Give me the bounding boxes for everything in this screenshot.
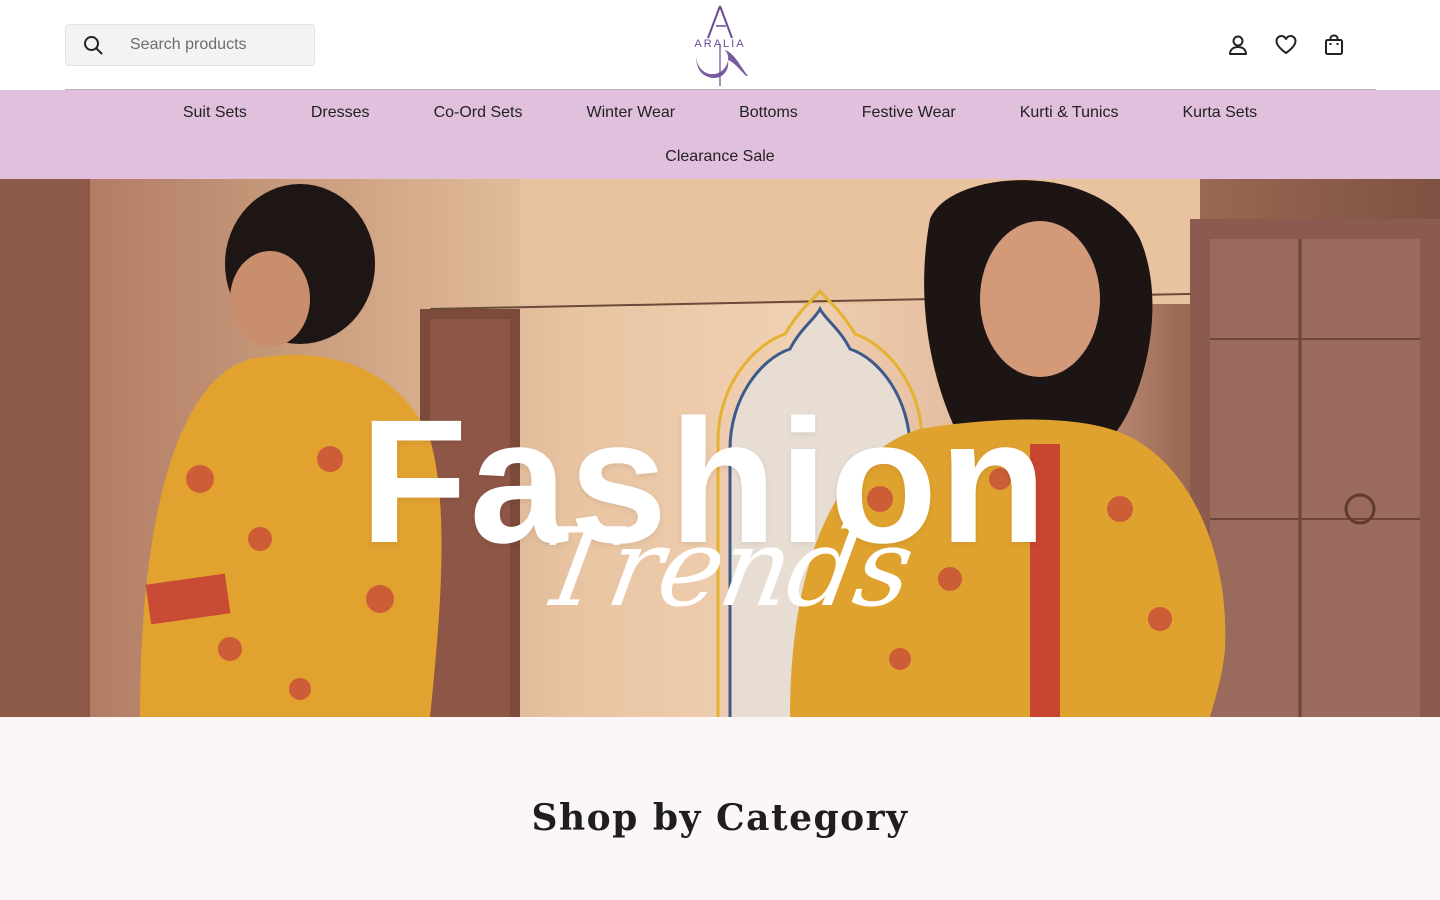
nav-row-primary: Suit Sets Dresses Co-Ord Sets Winter Wea… bbox=[0, 103, 1440, 123]
main-navigation: Suit Sets Dresses Co-Ord Sets Winter Wea… bbox=[0, 90, 1440, 179]
hero-subtitle: Trends bbox=[529, 506, 921, 631]
nav-item-co-ord-sets[interactable]: Co-Ord Sets bbox=[434, 103, 523, 123]
nav-item-festive-wear[interactable]: Festive Wear bbox=[862, 103, 956, 123]
logo-text: ARALIA bbox=[694, 38, 746, 50]
nav-item-dresses[interactable]: Dresses bbox=[311, 103, 370, 123]
nav-row-secondary: Clearance Sale bbox=[0, 147, 1440, 167]
nav-item-winter-wear[interactable]: Winter Wear bbox=[586, 103, 675, 123]
nav-item-kurti-tunics[interactable]: Kurti & Tunics bbox=[1020, 103, 1119, 123]
nav-item-kurta-sets[interactable]: Kurta Sets bbox=[1182, 103, 1257, 123]
site-header: ARALIA bbox=[0, 0, 1440, 90]
nav-item-bottoms[interactable]: Bottoms bbox=[739, 103, 798, 123]
nav-item-clearance-sale[interactable]: Clearance Sale bbox=[665, 147, 774, 167]
account-icon[interactable] bbox=[1226, 33, 1250, 57]
nav-item-suit-sets[interactable]: Suit Sets bbox=[183, 103, 247, 123]
brand-logo[interactable]: ARALIA bbox=[688, 4, 752, 88]
shop-by-category-section: Shop by Category bbox=[0, 717, 1440, 900]
search-icon[interactable] bbox=[82, 34, 104, 56]
hero-banner[interactable]: Fashion Trends bbox=[0, 179, 1440, 717]
search-bar[interactable] bbox=[65, 24, 315, 66]
search-input[interactable] bbox=[130, 25, 300, 65]
section-title: Shop by Category bbox=[531, 797, 909, 839]
shopping-bag-icon[interactable] bbox=[1322, 33, 1346, 57]
wishlist-heart-icon[interactable] bbox=[1274, 33, 1298, 57]
header-actions bbox=[1226, 33, 1346, 57]
